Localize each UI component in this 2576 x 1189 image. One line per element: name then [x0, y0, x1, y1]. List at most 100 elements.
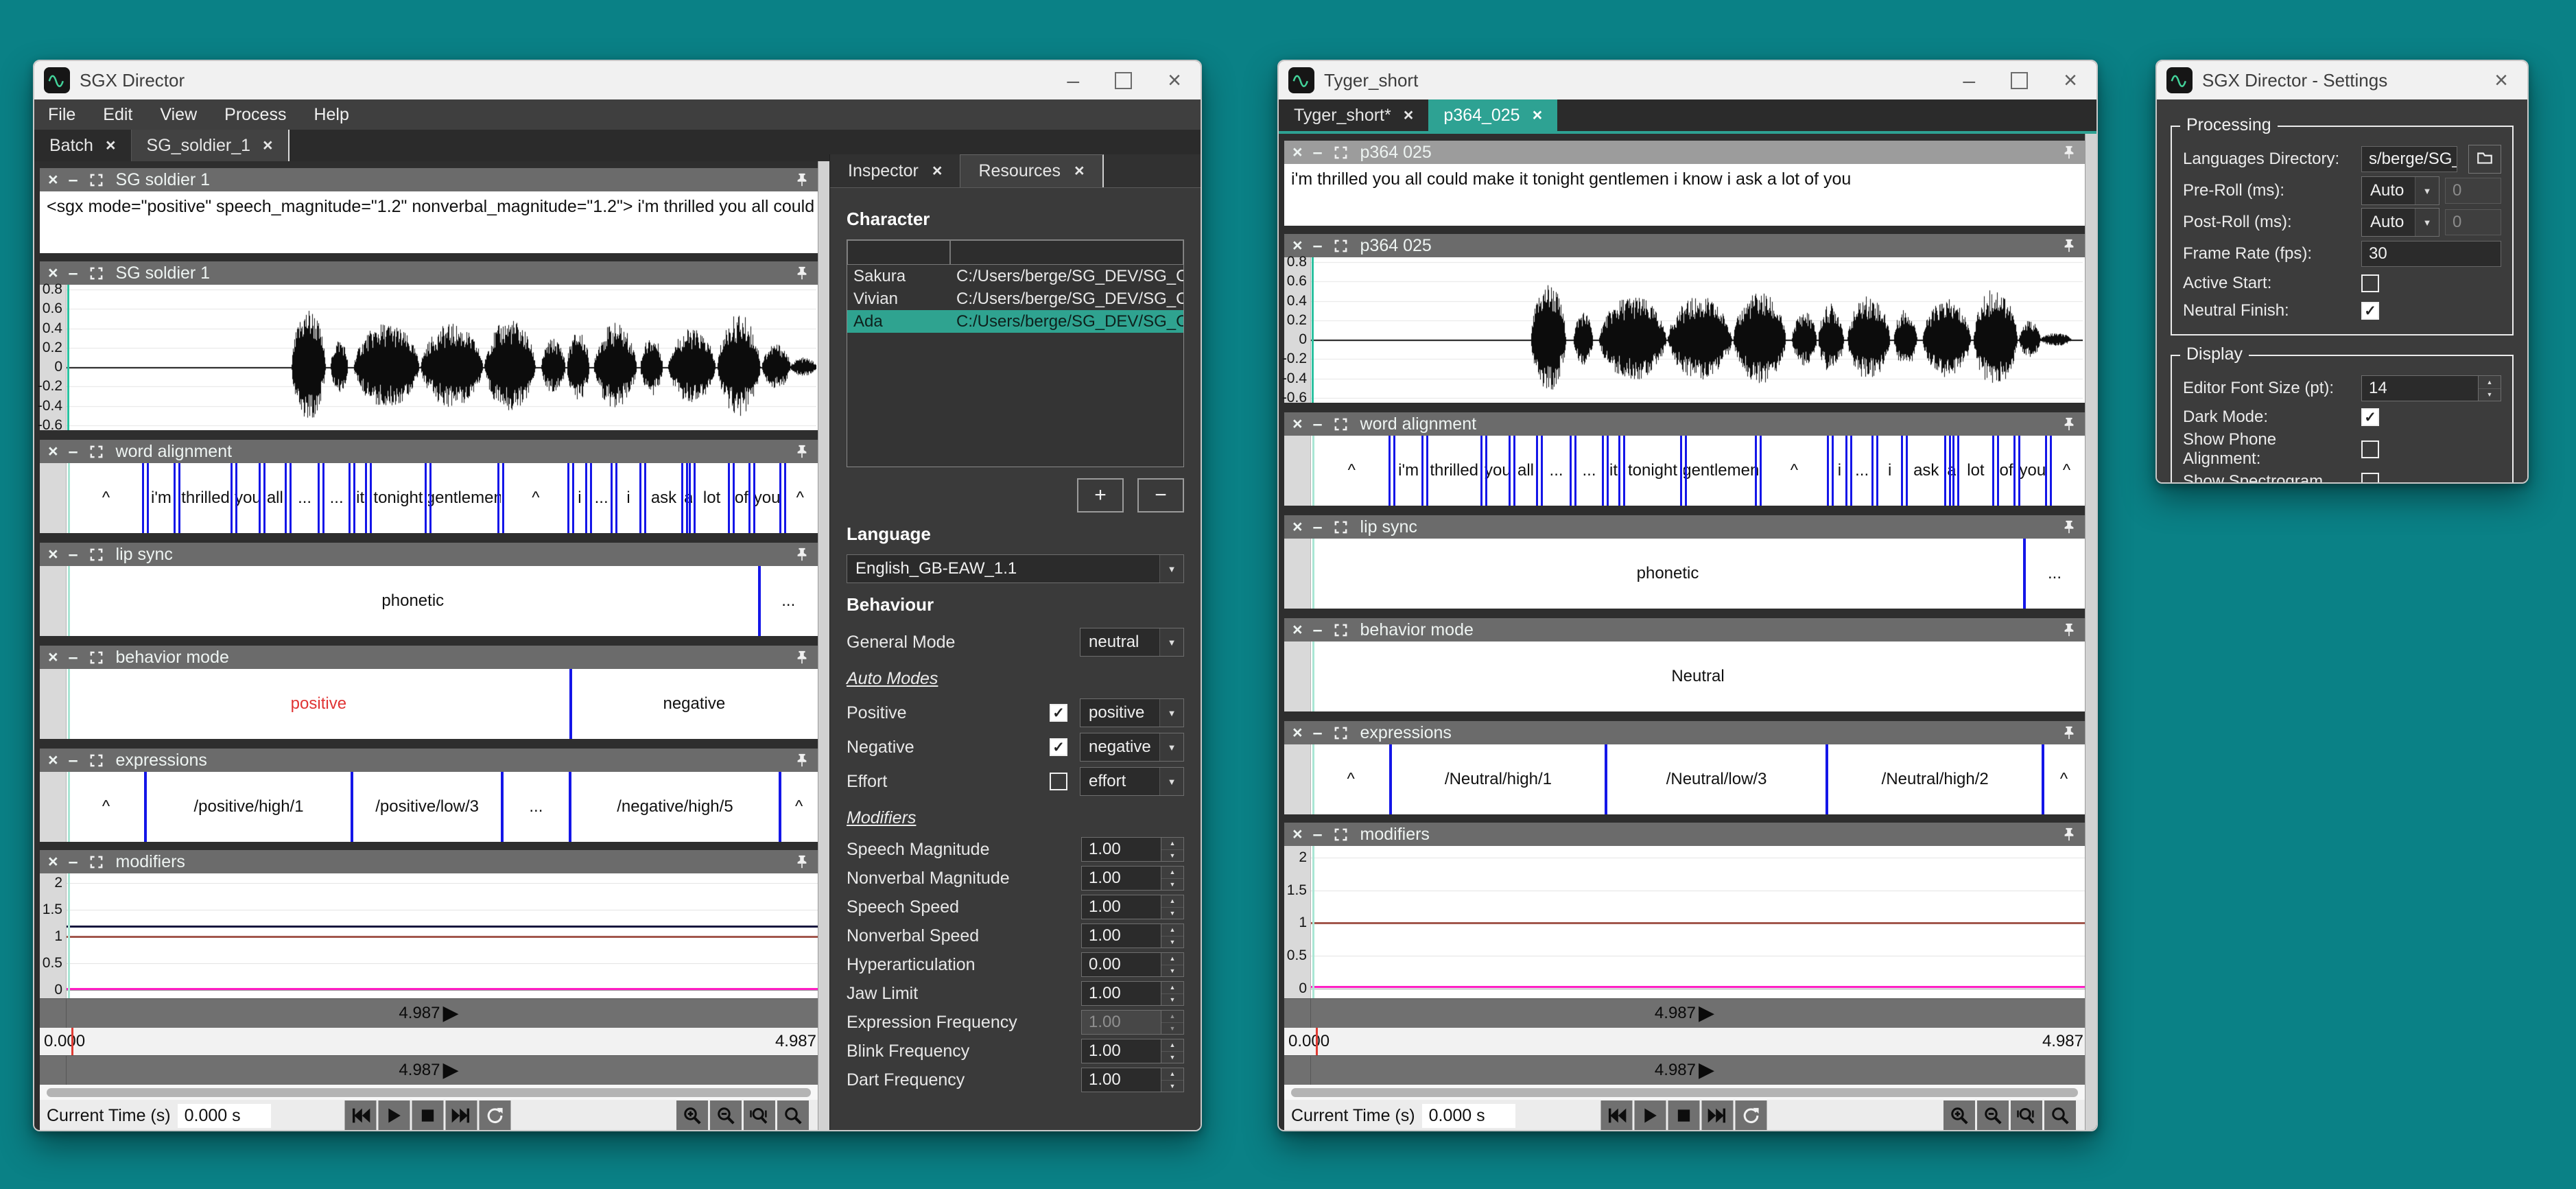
languages-directory-field[interactable]: s/berge/SG_DEV/languages: [2361, 146, 2457, 172]
segment[interactable]: /Neutral/high/1: [1391, 744, 1606, 814]
segment-boundary[interactable]: [1541, 436, 1543, 506]
segment[interactable]: thrilled: [1425, 436, 1484, 506]
playhead[interactable]: [1312, 257, 1314, 403]
segment[interactable]: ...: [759, 566, 818, 636]
segment[interactable]: ...: [1573, 436, 1605, 506]
segment-boundary[interactable]: [1513, 436, 1515, 506]
segment-boundary[interactable]: [259, 463, 261, 533]
spin-up-icon[interactable]: ▲: [1161, 1039, 1183, 1051]
segment-boundary[interactable]: [289, 463, 292, 533]
segment-boundary[interactable]: [1480, 436, 1482, 506]
close-button[interactable]: ×: [1168, 69, 1181, 92]
segment-boundary[interactable]: [2013, 436, 2016, 506]
spin-down-icon[interactable]: ▼: [2479, 388, 2501, 401]
column-header[interactable]: [847, 240, 950, 265]
current-time-value[interactable]: 0.000 s: [1422, 1104, 1515, 1128]
tab-close-icon[interactable]: ×: [1404, 106, 1414, 126]
segment-boundary[interactable]: [1389, 436, 1391, 506]
nonverbal-magnitude-spinner[interactable]: 1.00▲▼: [1081, 866, 1184, 891]
segment-boundary[interactable]: [1825, 744, 1828, 814]
negative-checkbox[interactable]: ✓: [1050, 738, 1067, 756]
segment-boundary[interactable]: [142, 463, 144, 533]
editor-font-size-spinner[interactable]: 14 ▲▼: [2361, 375, 2501, 401]
segment-boundary[interactable]: [318, 463, 320, 533]
spin-up-icon[interactable]: ▲: [1161, 924, 1183, 936]
segment[interactable]: gentlemen: [1683, 436, 1758, 506]
nonverbal-speed-spinner[interactable]: 1.00▲▼: [1081, 923, 1184, 948]
timeline-ruler[interactable]: 0.0004.987: [40, 1028, 818, 1055]
spin-down-icon[interactable]: ▼: [1161, 993, 1183, 1006]
spin-up-icon[interactable]: ▲: [1161, 982, 1183, 993]
segment-boundary[interactable]: [1623, 436, 1625, 506]
pre-roll-mode-dropdown[interactable]: Auto ▼: [2361, 176, 2439, 205]
active-start-checkbox[interactable]: [2361, 274, 2379, 292]
panel-minimize-icon[interactable]: –: [69, 852, 78, 872]
segment-boundary[interactable]: [779, 463, 781, 533]
segment-boundary[interactable]: [639, 463, 641, 533]
panel-minimize-icon[interactable]: –: [1313, 825, 1323, 845]
segment-boundary[interactable]: [1755, 436, 1757, 506]
panel-close-icon[interactable]: ×: [48, 442, 58, 462]
segment[interactable]: ask: [1904, 436, 1948, 506]
segment[interactable]: ^: [501, 463, 571, 533]
segment-boundary[interactable]: [1426, 436, 1428, 506]
panel-expand-icon[interactable]: [88, 266, 104, 281]
panel-expand-icon[interactable]: [88, 547, 104, 563]
modifier-curve[interactable]: [67, 926, 818, 928]
segment[interactable]: i'm: [1392, 436, 1424, 506]
segment[interactable]: i'm: [145, 463, 177, 533]
zoom-plain-button[interactable]: [777, 1100, 809, 1131]
segment-boundary[interactable]: [2018, 436, 2020, 506]
jaw-limit-spinner[interactable]: 1.00▲▼: [1081, 981, 1184, 1006]
panel-minimize-icon[interactable]: –: [69, 442, 78, 462]
segment[interactable]: i: [1875, 436, 1904, 506]
pin-icon[interactable]: [2061, 827, 2077, 842]
segment[interactable]: ...: [321, 463, 352, 533]
segment-boundary[interactable]: [1680, 436, 1682, 506]
panel-minimize-icon[interactable]: –: [69, 545, 78, 565]
playhead[interactable]: [68, 566, 70, 636]
timeline-duration-upper[interactable]: 4.987▶: [1284, 998, 2085, 1028]
column-header[interactable]: [950, 240, 1183, 265]
playhead[interactable]: [1312, 539, 1314, 609]
segment-boundary[interactable]: [1832, 436, 1834, 506]
pin-icon[interactable]: [2061, 622, 2077, 637]
panel-minimize-icon[interactable]: –: [69, 263, 78, 283]
effort-dropdown[interactable]: effort▼: [1080, 767, 1184, 796]
panel-minimize-icon[interactable]: –: [1313, 143, 1323, 163]
segment[interactable]: thrilled: [177, 463, 234, 533]
segment[interactable]: Neutral: [1311, 641, 2085, 711]
segment-boundary[interactable]: [2045, 436, 2047, 506]
segment-boundary[interactable]: [2023, 539, 2026, 609]
positive-checkbox[interactable]: ✓: [1050, 704, 1067, 722]
effort-checkbox[interactable]: [1050, 773, 1067, 790]
segment[interactable]: ^: [2043, 744, 2085, 814]
segment-boundary[interactable]: [370, 463, 372, 533]
spin-down-icon[interactable]: ▼: [1161, 1080, 1183, 1092]
segment[interactable]: you: [1484, 436, 1513, 506]
spin-up-icon[interactable]: ▲: [1161, 1068, 1183, 1080]
segment[interactable]: ^: [2048, 436, 2085, 506]
segment-boundary[interactable]: [569, 772, 571, 842]
positive-dropdown[interactable]: positive▼: [1080, 698, 1184, 727]
speech-magnitude-spinner[interactable]: 1.00▲▼: [1081, 837, 1184, 862]
segment-boundary[interactable]: [686, 463, 688, 533]
minimize-button[interactable]: –: [1067, 69, 1079, 91]
playhead[interactable]: [1312, 436, 1314, 506]
segment-boundary[interactable]: [611, 463, 613, 533]
segment[interactable]: ^: [780, 772, 818, 842]
spin-up-icon[interactable]: ▲: [1161, 953, 1183, 965]
segment-boundary[interactable]: [728, 463, 730, 533]
panel-close-icon[interactable]: ×: [1292, 825, 1303, 845]
stop-button[interactable]: [1668, 1100, 1699, 1131]
vertical-scrollbar[interactable]: [2085, 134, 2096, 1130]
tab-tyger-short-[interactable]: Tyger_short*×: [1279, 99, 1428, 131]
segment-boundary[interactable]: [231, 463, 233, 533]
pin-icon[interactable]: [2061, 416, 2077, 432]
zoom-fit-button[interactable]: [744, 1100, 775, 1131]
modifier-curve[interactable]: [67, 936, 818, 938]
frame-rate-field[interactable]: 30: [2361, 241, 2501, 267]
panel-expand-icon[interactable]: [1333, 145, 1349, 161]
panel-expand-icon[interactable]: [1333, 622, 1349, 638]
segment[interactable]: ^: [783, 463, 818, 533]
